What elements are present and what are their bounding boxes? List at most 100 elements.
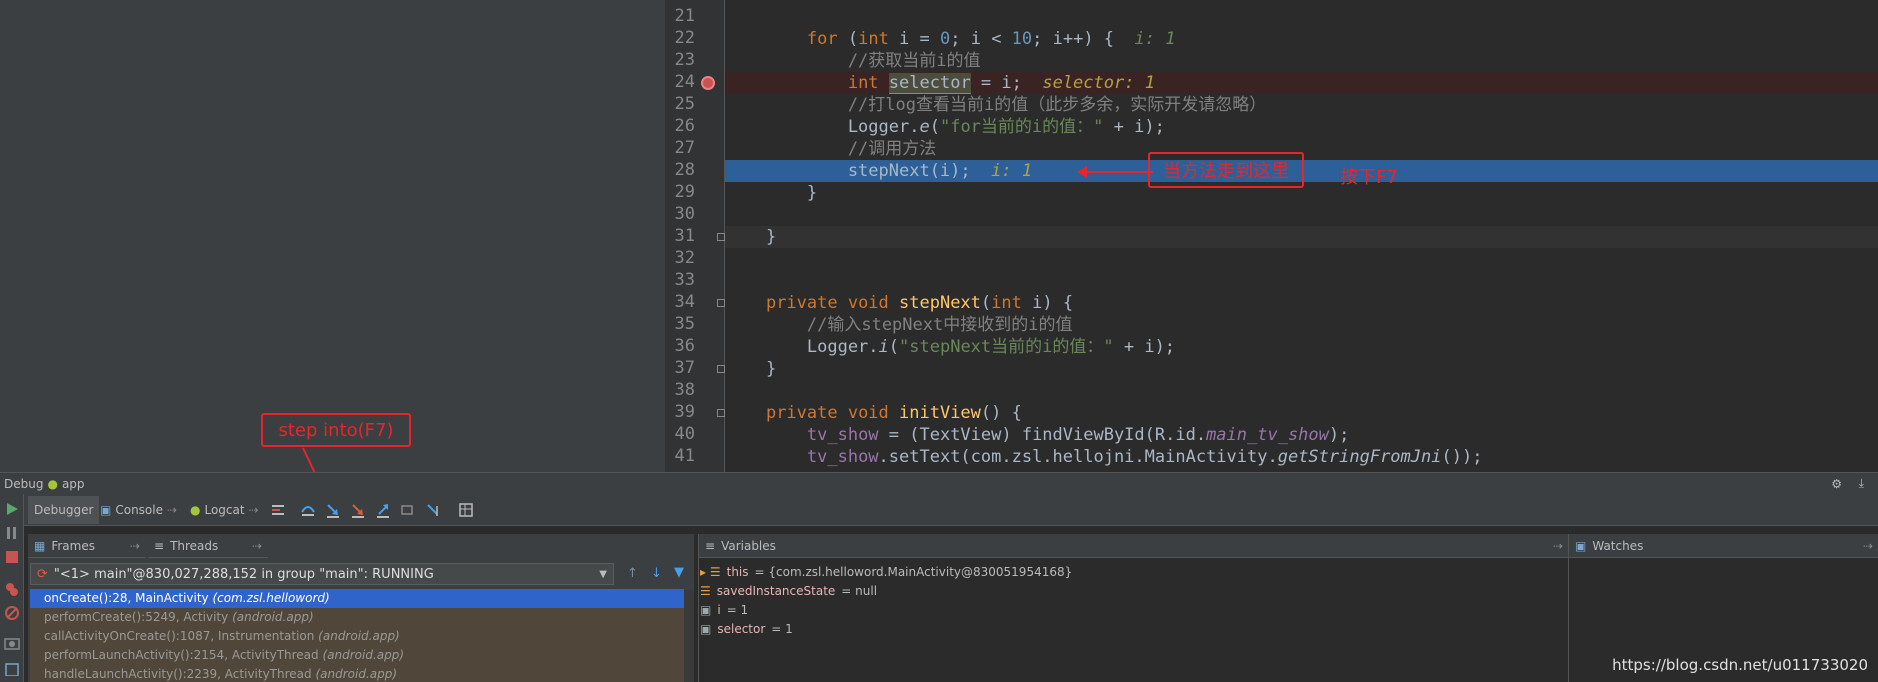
pin-icon[interactable]: ⇢	[252, 539, 262, 553]
variable-row[interactable]: ☰ savedInstanceState = null	[700, 582, 877, 601]
step-over-icon[interactable]	[300, 502, 316, 518]
code-line-23[interactable]: //获取当前i的值	[725, 50, 1878, 72]
arrow-up-icon[interactable]: ↑	[627, 566, 638, 581]
code-line-26[interactable]: Logger.e("for当前的i的值：" + i);	[725, 116, 1878, 138]
app-label: app	[61, 476, 85, 491]
code-line-41[interactable]: tv_show.setText(com.zsl.hellojni.MainAct…	[725, 446, 1878, 468]
code-token: Logger.	[725, 117, 920, 137]
tab-console[interactable]: ▣ Console ⇢	[94, 496, 183, 524]
object-icon: ☰	[700, 584, 711, 598]
stop-icon[interactable]	[4, 550, 20, 564]
force-step-into-icon[interactable]	[350, 502, 366, 518]
code-line-22[interactable]: for (int i = 0; i < 10; i++) { i: 1	[725, 28, 1878, 50]
code-line-36[interactable]: Logger.i("stepNext当前的i的值：" + i);	[725, 336, 1878, 358]
fold-icon[interactable]	[717, 365, 725, 373]
step-out-icon[interactable]	[375, 502, 391, 518]
tab-console-label: Console	[115, 503, 163, 517]
fold-icon[interactable]	[717, 299, 725, 307]
evaluate-expression-icon[interactable]	[458, 502, 474, 518]
pin-icon[interactable]: ⇢	[1863, 539, 1873, 553]
watermark: https://blog.csdn.net/u011733020	[1612, 656, 1868, 674]
threads-icon: ≡	[154, 538, 165, 553]
code-line-21[interactable]	[725, 6, 1878, 28]
frame-row[interactable]: handleLaunchActivity():2239, ActivityThr…	[30, 665, 684, 682]
run-to-cursor-icon[interactable]	[425, 502, 441, 518]
frames-header: ▦ Frames ⇢	[28, 534, 146, 558]
code-line-content: for (int i = 0; i < 10; i++) { i: 1	[725, 28, 1176, 50]
tab-logcat[interactable]: ● Logcat ⇢	[184, 496, 265, 524]
line-number: 29	[674, 182, 695, 202]
pin-icon: ⇢	[248, 503, 259, 517]
code-token: i: 1	[991, 161, 1033, 181]
code-line-32[interactable]	[725, 248, 1878, 270]
variable-row[interactable]: ▸ ☰ this = {com.zsl.helloword.MainActivit…	[700, 563, 1072, 582]
resume-icon[interactable]	[4, 502, 20, 516]
frame-row[interactable]: performLaunchActivity():2154, ActivityTh…	[30, 646, 684, 665]
pause-icon[interactable]	[4, 526, 20, 540]
variables-icon: ≡	[705, 538, 716, 553]
frame-row[interactable]: onCreate():28, MainActivity (com.zsl.hel…	[30, 589, 684, 608]
code-line-35[interactable]: //输入stepNext中接收到的i的值	[725, 314, 1878, 336]
code-token: 0	[940, 29, 951, 49]
drop-frame-icon[interactable]	[400, 502, 416, 518]
code-line-31[interactable]: }	[725, 226, 1878, 248]
frames-scrollbar[interactable]	[684, 590, 694, 682]
line-number: 31	[674, 226, 695, 246]
show-execution-point-icon[interactable]	[270, 502, 286, 518]
thread-select[interactable]: ⟳ "<1> main"@830,027,288,152 in group "m…	[30, 563, 614, 585]
pin-icon[interactable]: ⇢	[1553, 539, 1563, 553]
view-breakpoints-icon[interactable]	[4, 582, 20, 596]
code-line-33[interactable]	[725, 270, 1878, 292]
primitive-icon: ▣	[700, 603, 712, 617]
debug-title-bar: Debug ● app ⚙ ⤓	[0, 472, 1878, 494]
console-icon: ▣	[100, 503, 112, 517]
code-editor[interactable]: 21 22 for (int i = 0; i < 10; i++) { i: 1…	[665, 0, 1878, 472]
step-into-icon[interactable]	[325, 502, 341, 518]
code-line-24[interactable]: int selector = i; selector: 1	[725, 72, 1878, 94]
annotation-arrow	[1077, 166, 1153, 178]
variable-row[interactable]: ▣ i = 1	[700, 601, 748, 620]
code-token: //输入stepNext中接收到的i的值	[725, 315, 1073, 335]
code-line-25[interactable]: //打log查看当前i的值（此步多余，实际开发请忽略）	[725, 94, 1878, 116]
code-line-37[interactable]: }	[725, 358, 1878, 380]
code-line-38[interactable]	[725, 380, 1878, 402]
frame-method: callActivityOnCreate():1087, Instrumenta…	[44, 629, 319, 643]
variable-name: selector	[717, 622, 766, 636]
code-token: private void	[765, 403, 900, 423]
variable-row[interactable]: ▣ selector = 1	[700, 620, 793, 639]
line-number: 22	[674, 28, 695, 48]
line-number: 35	[674, 314, 695, 334]
gear-icon[interactable]: ⚙	[1831, 477, 1842, 491]
code-line-content: stepNext(i); i: 1	[725, 160, 1032, 182]
code-line-30[interactable]	[725, 204, 1878, 226]
arrow-down-icon[interactable]: ↓	[651, 566, 662, 581]
settings-icon[interactable]	[4, 662, 20, 676]
pin-icon[interactable]: ⤓	[1859, 476, 1864, 491]
code-line-39[interactable]: private void initView() {	[725, 402, 1878, 424]
threads-header[interactable]: ≡ Threads ⇢	[148, 534, 268, 558]
code-token: getStringFromJni	[1277, 447, 1442, 467]
code-token: = i;	[970, 73, 1043, 93]
breakpoint-icon[interactable]	[701, 76, 715, 90]
annotation-step-into-text: step into(F7)	[278, 419, 394, 441]
code-token: e	[919, 117, 930, 137]
tab-debugger[interactable]: Debugger	[28, 496, 100, 524]
code-line-40[interactable]: tv_show = (TextView) findViewById(R.id.m…	[725, 424, 1878, 446]
code-line-34[interactable]: private void stepNext(int i) {	[725, 292, 1878, 314]
code-token: = (TextView) findViewById(R.id.	[878, 425, 1207, 445]
code-area[interactable]: 21 22 for (int i = 0; i < 10; i++) { i: 1…	[675, 0, 1878, 472]
camera-icon[interactable]	[4, 636, 20, 650]
pin-icon[interactable]: ⇢	[130, 539, 140, 553]
code-token: (	[980, 293, 992, 313]
filter-icon[interactable]: ▼	[674, 565, 684, 580]
code-line-content: private void stepNext(int i) {	[725, 292, 1073, 314]
fold-icon[interactable]	[717, 233, 725, 241]
annotation-step-into: step into(F7)	[261, 413, 411, 447]
frame-row[interactable]: performCreate():5249, Activity (android.…	[30, 608, 684, 627]
mute-breakpoints-icon[interactable]	[4, 606, 20, 620]
code-token: () {	[980, 403, 1022, 423]
fold-icon[interactable]	[717, 409, 725, 417]
frame-row[interactable]: callActivityOnCreate():1087, Instrumenta…	[30, 627, 684, 646]
